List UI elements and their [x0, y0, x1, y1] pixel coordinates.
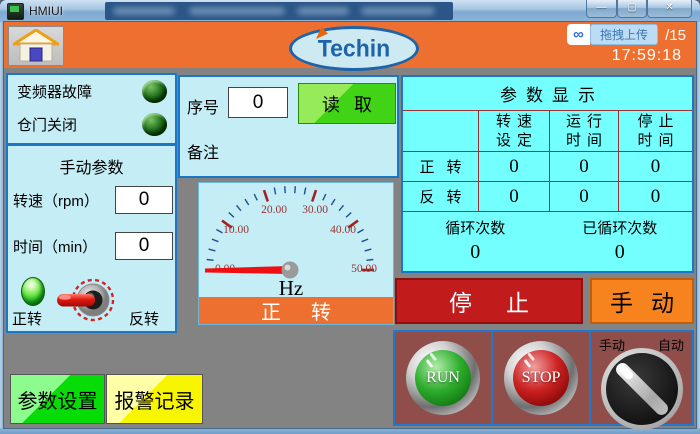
time-input[interactable]: [115, 232, 173, 260]
hmi-window: HMIUI — ▢ ✕ Techin: [0, 0, 700, 434]
window-title: HMIUI: [29, 4, 63, 18]
logo-text: Techin: [318, 34, 390, 62]
svg-text:40.00: 40.00: [330, 224, 356, 236]
stop-pushbutton-label: STOP: [522, 369, 561, 387]
speed-label: 转速（rpm）: [13, 190, 115, 211]
col-speed-set: 转速: [490, 112, 538, 131]
cycle-counters: 循环次数 0 已循环次数 0: [403, 212, 692, 270]
cycled-value: 0: [548, 241, 693, 264]
clock-display: 17:59:18: [612, 47, 682, 65]
upload-icon-box: ∞: [567, 24, 590, 45]
alarm-row-inverter: 变频器故障: [8, 75, 175, 108]
frequency-gauge: 0.00 10.00 20.00 30.00 40.00 50.00 Hz: [199, 183, 393, 299]
table-row-reverse: 反转 0 0 0: [403, 182, 692, 212]
frequency-gauge-panel: 0.00 10.00 20.00 30.00 40.00 50.00 Hz 正转: [198, 182, 394, 325]
stop-pushbutton[interactable]: STOP: [504, 341, 578, 415]
alarm-records-button[interactable]: 报警记录: [106, 374, 203, 424]
page-indicator: /15: [665, 27, 686, 44]
maximize-button[interactable]: ▢: [617, 0, 647, 18]
manual-params-panel: 手动参数 转速（rpm） 时间（min）: [6, 144, 177, 333]
inverter-fault-lamp-icon: [142, 80, 167, 103]
selector-manual-label: 手动: [599, 335, 625, 354]
title-bar: HMIUI — ▢ ✕: [0, 0, 700, 22]
speed-input[interactable]: [115, 186, 173, 214]
selector-lever-icon: [613, 360, 670, 417]
svg-text:10.00: 10.00: [223, 224, 249, 236]
drag-upload-button[interactable]: 拖拽上传: [590, 24, 658, 45]
col-run-time: 运行: [560, 112, 608, 131]
app-icon: [7, 3, 24, 20]
button-highlight: [426, 359, 434, 368]
reverse-label: 反转: [129, 308, 159, 329]
time-label: 时间（min）: [13, 236, 115, 257]
home-icon: [13, 29, 59, 63]
serial-read-panel: 序号 读取 备注: [178, 75, 399, 178]
home-button[interactable]: [8, 26, 64, 66]
svg-text:20.00: 20.00: [261, 204, 287, 216]
upload-icon: ∞: [573, 30, 584, 40]
direction-toggle-switch[interactable]: [53, 274, 119, 331]
forward-label: 正转: [12, 308, 42, 329]
cycles-label: 循环次数: [403, 217, 548, 238]
svg-text:30.00: 30.00: [302, 204, 328, 216]
table-row-forward: 正转 0 0 0: [403, 152, 692, 182]
screen-content: Techin ∞ 拖拽上传 /15 17:59:18 变频器故障 仓门关闭: [4, 22, 696, 428]
serial-label: 序号: [187, 94, 219, 118]
col-stop-time: 停止: [631, 112, 679, 131]
svg-text:50.00: 50.00: [351, 263, 377, 275]
run-pushbutton[interactable]: RUN: [406, 341, 480, 415]
stop-pushbutton-cell: STOP: [491, 330, 591, 426]
selector-auto-label: 自动: [658, 335, 684, 354]
cycled-label: 已循环次数: [548, 217, 693, 238]
note-label: 备注: [187, 139, 219, 163]
mode-selector-switch[interactable]: [601, 348, 683, 430]
close-button[interactable]: ✕: [647, 0, 692, 18]
read-button[interactable]: 读取: [298, 83, 396, 124]
mode-selector-cell: 手动 自动: [589, 330, 694, 426]
forward-running-lamp-icon: [21, 277, 45, 306]
manual-mode-button[interactable]: 手动: [590, 278, 694, 324]
param-table-title: 参数显示: [403, 77, 692, 111]
alarm-status-panel: 变频器故障 仓门关闭: [6, 73, 177, 145]
button-highlight: [524, 359, 532, 368]
door-closed-lamp-icon: [142, 113, 167, 136]
redacted-title-text: [105, 2, 453, 20]
brand-logo: Techin: [289, 26, 419, 71]
window-border-right: [696, 22, 700, 434]
orange-header: Techin ∞ 拖拽上传 /15 17:59:18: [4, 22, 696, 68]
run-direction-status: 正转: [199, 297, 393, 324]
param-table-header: 转速设定 运行时间 停止时间: [403, 111, 692, 152]
stop-button[interactable]: 停止: [395, 278, 583, 324]
window-border-bottom: [0, 428, 700, 434]
door-closed-label: 仓门关闭: [17, 114, 142, 135]
manual-params-title: 手动参数: [8, 154, 175, 178]
minimize-button[interactable]: —: [586, 0, 617, 18]
param-display-panel: 参数显示 转速设定 运行时间 停止时间 正转 0 0 0 反转 0 0 0: [401, 75, 694, 273]
inverter-fault-label: 变频器故障: [17, 81, 142, 102]
run-pushbutton-label: RUN: [426, 369, 460, 387]
run-pushbutton-cell: RUN: [393, 330, 493, 426]
cycles-value: 0: [403, 241, 548, 264]
alarm-row-door: 仓门关闭: [8, 108, 175, 141]
param-settings-button[interactable]: 参数设置: [10, 374, 105, 424]
serial-input[interactable]: [228, 87, 288, 118]
